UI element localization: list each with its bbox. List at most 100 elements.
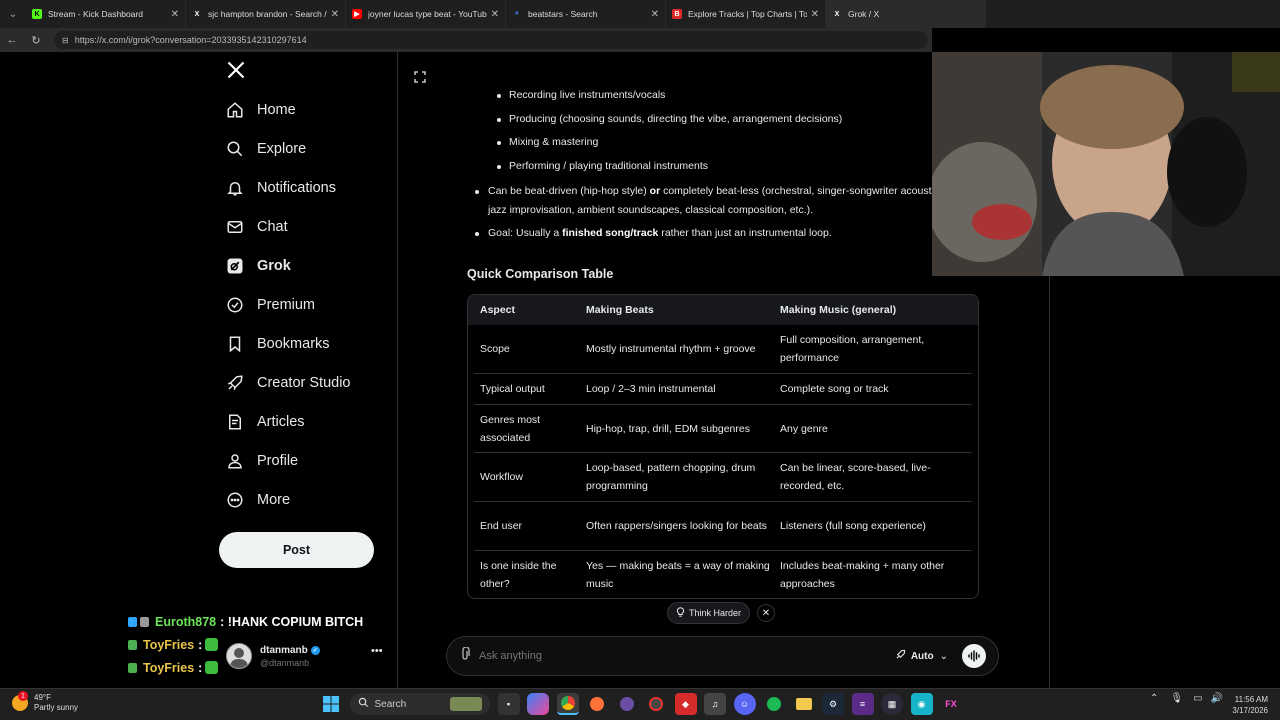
nav-articles[interactable]: Articles bbox=[218, 404, 396, 440]
home-icon bbox=[218, 98, 252, 122]
back-arrow-icon[interactable]: ← bbox=[0, 34, 24, 46]
more-circle-icon bbox=[218, 488, 252, 512]
taskbar-search[interactable]: Search bbox=[349, 693, 490, 715]
webcam-overlay bbox=[932, 52, 1280, 276]
steam-icon[interactable]: ⚙ bbox=[822, 693, 844, 715]
gem-badge-icon bbox=[128, 616, 137, 627]
nav-bookmarks[interactable]: Bookmarks bbox=[218, 326, 396, 362]
windows-start-icon[interactable] bbox=[320, 693, 342, 715]
discord-icon[interactable]: ☺ bbox=[733, 693, 756, 715]
post-button[interactable]: Post bbox=[219, 532, 374, 568]
table-cell: Yes — making beats = a way of making mus… bbox=[586, 559, 770, 590]
beatstars-icon: B bbox=[672, 9, 682, 19]
stream-chat-overlay: Euroth878 : !HANK COPIUM BITCH ToyFries … bbox=[128, 610, 388, 679]
app-purple-icon[interactable]: ≡ bbox=[851, 693, 874, 715]
nav-chat[interactable]: Chat bbox=[218, 209, 396, 245]
attach-icon[interactable] bbox=[459, 645, 471, 666]
chrome-icon[interactable] bbox=[556, 693, 579, 715]
think-harder-button[interactable]: Think Harder bbox=[667, 602, 751, 624]
mode-selector[interactable]: Auto ⌄ bbox=[895, 649, 948, 663]
table-cell: Scope bbox=[480, 343, 510, 355]
obs-icon[interactable] bbox=[616, 693, 638, 715]
plant-badge-icon bbox=[128, 639, 137, 650]
nav-label: Chat bbox=[257, 219, 288, 235]
close-icon[interactable]: ✕ bbox=[757, 604, 775, 622]
x-logo-icon: X bbox=[834, 10, 840, 18]
list-item: Goal: Usually a finished song/track rath… bbox=[475, 224, 958, 243]
app-cyan-icon[interactable]: ◉ bbox=[910, 693, 933, 715]
spotify-icon[interactable] bbox=[763, 693, 785, 715]
nav-explore[interactable]: Explore bbox=[218, 131, 396, 167]
table-row: Workflow Loop-based, pattern chopping, d… bbox=[474, 452, 972, 501]
browser-tab[interactable]: K Stream - Kick Dashboard ✕ bbox=[26, 0, 186, 28]
ask-input[interactable] bbox=[479, 650, 895, 662]
browser-tab[interactable]: ⌕ beatstars - Search ✕ bbox=[506, 0, 666, 28]
nav-label: Notifications bbox=[257, 180, 336, 196]
table-cell: Listeners (full song experience) bbox=[780, 520, 926, 532]
weather-widget[interactable]: 1 49°F Partly sunny bbox=[12, 691, 78, 713]
x-logo-icon[interactable] bbox=[226, 60, 252, 86]
table-cell: Is one inside the other? bbox=[480, 559, 557, 590]
davinci-icon[interactable] bbox=[645, 693, 667, 715]
clock[interactable]: 11:56 AM 3/17/2026 bbox=[1222, 694, 1268, 716]
browser-tab[interactable]: B Explore Tracks | Top Charts | Top 1( ✕ bbox=[666, 0, 826, 28]
table-cell: Loop-based, pattern chopping, drum progr… bbox=[586, 462, 756, 492]
x-page: Home Explore Notifications Chat Grok Pre… bbox=[0, 52, 1280, 688]
list-item: Recording live instruments/vocals bbox=[496, 89, 666, 101]
reload-icon[interactable]: ↻ bbox=[24, 34, 48, 47]
think-harder-label: Think Harder bbox=[689, 608, 742, 618]
nav-creator-studio[interactable]: Creator Studio bbox=[218, 365, 396, 401]
browser-tab[interactable]: X sjc hampton brandon - Search / X ✕ bbox=[186, 0, 346, 28]
x-logo-icon: X bbox=[194, 10, 200, 18]
app-red-icon[interactable]: ◆ bbox=[674, 693, 697, 715]
nav-more[interactable]: More bbox=[218, 482, 396, 518]
browser-tab-active[interactable]: X Grok / X bbox=[826, 0, 986, 28]
table-cell: Workflow bbox=[480, 471, 523, 483]
nav-notifications[interactable]: Notifications bbox=[218, 170, 396, 206]
comparison-table: Aspect Making Beats Making Music (genera… bbox=[467, 294, 979, 599]
close-tab-icon[interactable]: ✕ bbox=[491, 9, 499, 20]
left-navigation: Home Explore Notifications Chat Grok Pre… bbox=[218, 52, 396, 688]
nav-label: Articles bbox=[257, 414, 305, 430]
grok-icon bbox=[218, 254, 252, 278]
address-bar: ← ↻ ⊟ https://x.com/i/grok?conversation=… bbox=[0, 28, 932, 52]
clock-date: 3/17/2026 bbox=[1232, 706, 1268, 715]
table-cell: Any genre bbox=[780, 422, 828, 435]
search-icon bbox=[358, 697, 369, 711]
app-dark-icon[interactable]: ▦ bbox=[881, 693, 903, 715]
voice-mode-button[interactable] bbox=[962, 644, 986, 668]
nav-label: Grok bbox=[257, 258, 291, 274]
chevron-up-icon[interactable]: ⌃ bbox=[1150, 693, 1158, 704]
close-tab-icon[interactable]: ✕ bbox=[171, 9, 179, 20]
nav-premium[interactable]: Premium bbox=[218, 287, 396, 323]
url-field[interactable]: ⊟ https://x.com/i/grok?conversation=2033… bbox=[54, 31, 928, 49]
expand-icon[interactable] bbox=[414, 70, 426, 83]
fx-icon[interactable]: FX bbox=[940, 693, 962, 715]
tab-list-chevron-icon[interactable]: ⌄ bbox=[0, 0, 26, 28]
network-icon[interactable]: ▭ bbox=[1193, 693, 1202, 704]
close-tab-icon[interactable]: ✕ bbox=[651, 9, 659, 20]
table-cell: Often rappers/singers looking for beats bbox=[586, 520, 767, 532]
firefox-icon[interactable] bbox=[586, 693, 608, 715]
emote-icon bbox=[205, 661, 219, 674]
close-tab-icon[interactable]: ✕ bbox=[331, 9, 339, 20]
close-tab-icon[interactable]: ✕ bbox=[811, 9, 819, 20]
itunes-icon[interactable]: ♫ bbox=[704, 693, 726, 715]
site-info-icon[interactable]: ⊟ bbox=[62, 36, 69, 45]
person-icon bbox=[218, 449, 252, 473]
rocket-icon bbox=[218, 371, 252, 395]
nav-profile[interactable]: Profile bbox=[218, 443, 396, 479]
mode-label: Auto bbox=[910, 650, 934, 662]
browser-tab[interactable]: ▶ joyner lucas type beat - YouTube ✕ bbox=[346, 0, 506, 28]
nav-home[interactable]: Home bbox=[218, 92, 396, 128]
copilot-icon[interactable] bbox=[527, 693, 549, 715]
chat-message: ToyFries : bbox=[128, 633, 388, 656]
folder-icon[interactable] bbox=[793, 693, 815, 715]
table-cell: Complete song or track bbox=[780, 383, 889, 395]
search-highlight-icon bbox=[449, 697, 482, 711]
clock-time: 11:56 AM bbox=[1234, 695, 1268, 704]
system-tray: ⌃ 🎙 ▭ 🔊 bbox=[1150, 693, 1223, 704]
nav-grok[interactable]: Grok bbox=[218, 248, 396, 284]
file-icon[interactable]: ▪ bbox=[497, 693, 520, 715]
microphone-icon[interactable]: 🎙 bbox=[1170, 693, 1183, 704]
